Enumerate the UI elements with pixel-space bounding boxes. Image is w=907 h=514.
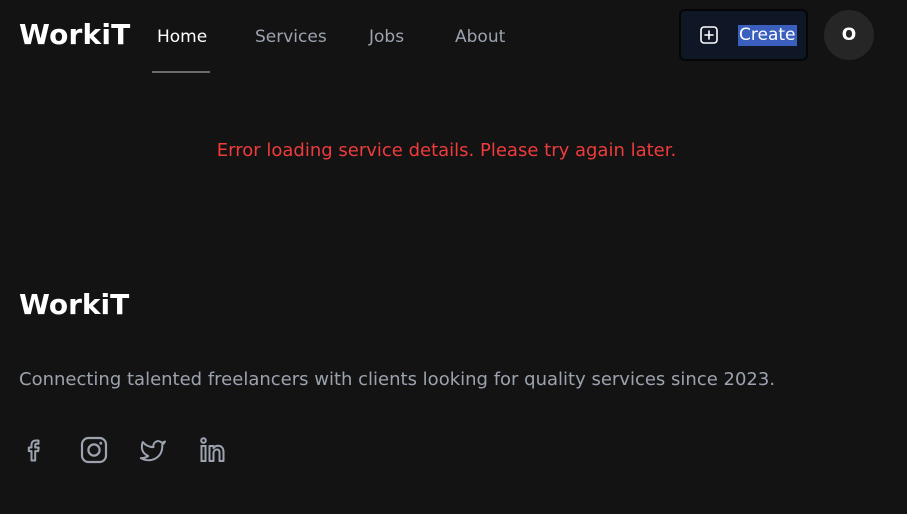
instagram-icon[interactable]: [79, 435, 109, 465]
linkedin-icon[interactable]: [198, 435, 228, 465]
create-button-label: Create: [738, 25, 797, 46]
twitter-icon[interactable]: [138, 435, 168, 465]
user-avatar[interactable]: O: [824, 10, 874, 60]
plus-square-icon: [700, 26, 718, 44]
nav-jobs[interactable]: Jobs: [369, 26, 404, 48]
nav-services[interactable]: Services: [255, 26, 327, 48]
nav-about[interactable]: About: [455, 26, 505, 48]
footer-tagline: Connecting talented freelancers with cli…: [19, 369, 776, 390]
footer-logo: WorkiT: [19, 288, 130, 321]
facebook-icon[interactable]: [20, 435, 50, 465]
top-navbar: WorkiT Home Services Jobs About Create O: [0, 0, 907, 74]
nav-active-indicator: [152, 71, 210, 73]
brand-logo[interactable]: WorkiT: [19, 17, 130, 53]
error-message: Error loading service details. Please tr…: [216, 140, 677, 161]
create-button[interactable]: Create: [679, 9, 808, 61]
page: WorkiT Home Services Jobs About Create O…: [0, 0, 907, 514]
nav-home[interactable]: Home: [157, 26, 207, 48]
